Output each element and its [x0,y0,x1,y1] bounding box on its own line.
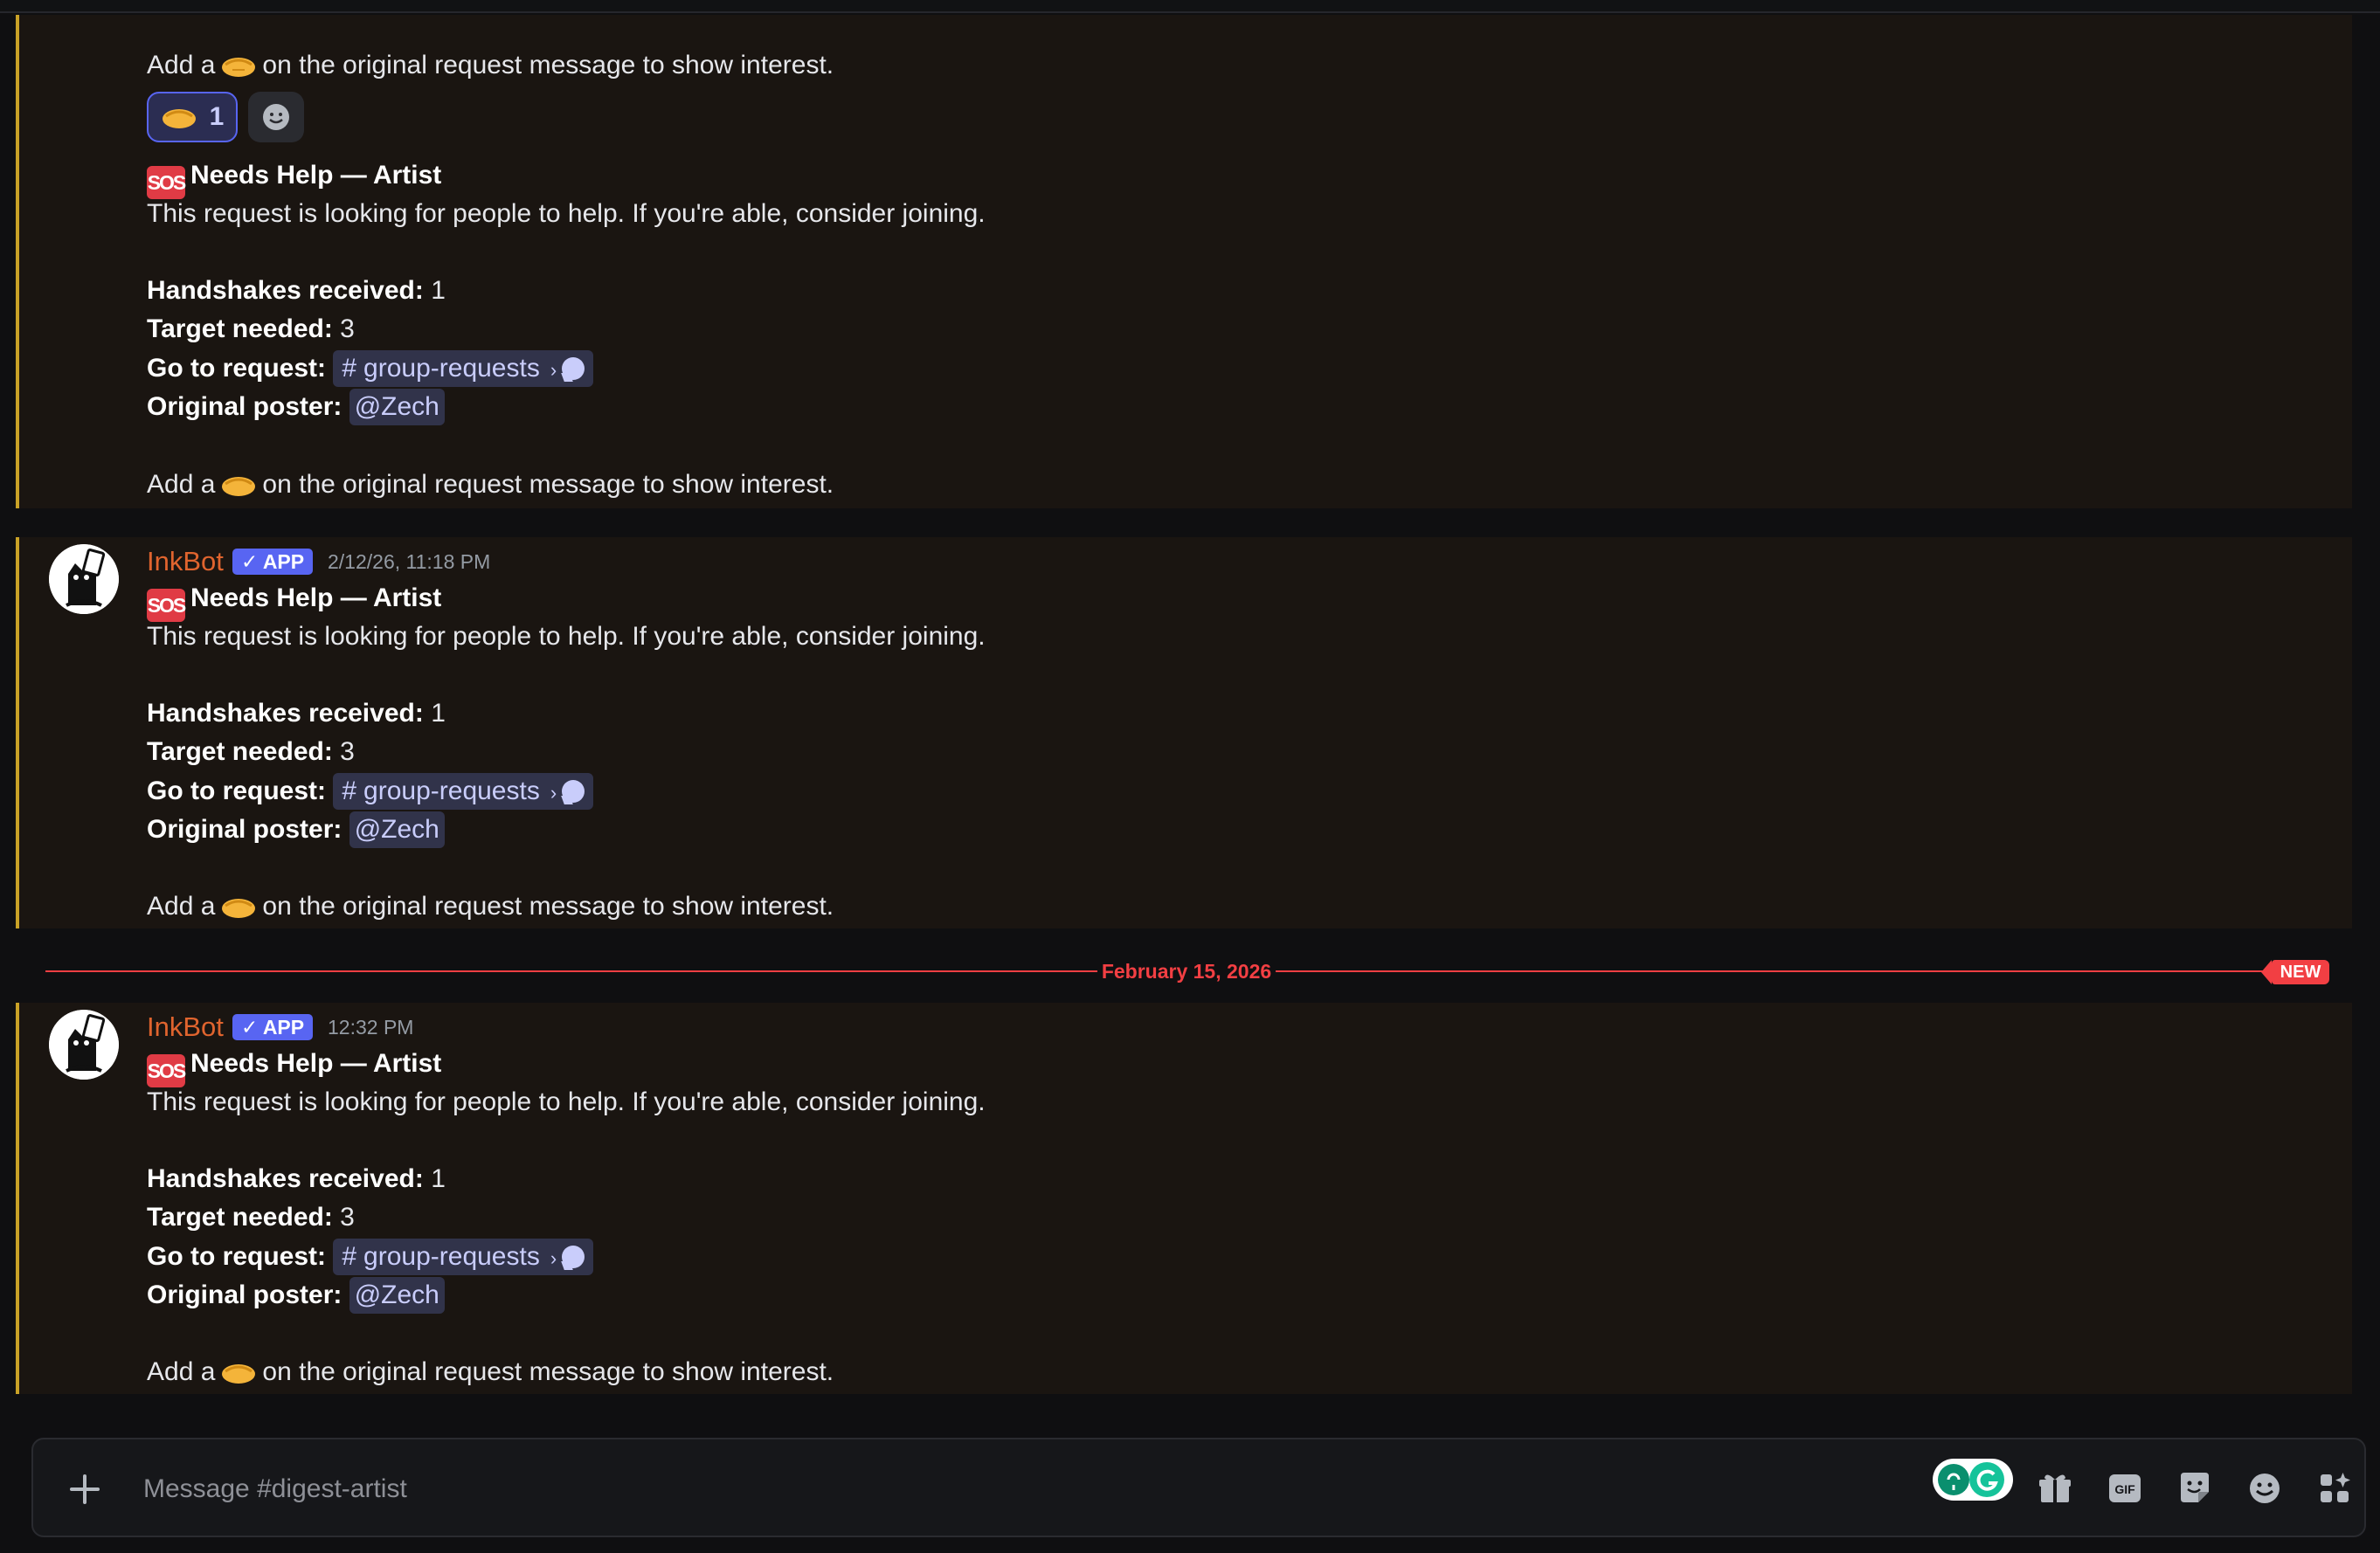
interest-line: Add a on the original request message to … [147,470,834,499]
channel-link[interactable]: # group-requests › [333,350,594,387]
target-row: Target needed: 3 [147,737,355,766]
message-2: InkBot ✓ APP 2/12/26, 11:18 PM SOS Needs … [16,537,2352,928]
thread-bubble-icon [562,1246,585,1268]
sticker-icon[interactable] [2174,1467,2216,1509]
user-mention[interactable]: @Zech [349,1277,445,1314]
handshake-icon [222,477,256,496]
thread-bubble-icon [562,780,585,803]
author-name[interactable]: InkBot [147,544,224,579]
handshakes-row: Handshakes received: 1 [147,276,446,305]
goto-row: Go to request: # group-requests › [147,350,594,387]
sos-icon: SOS [147,589,186,622]
chevron-right-icon: › [550,1247,557,1269]
channel-link[interactable]: # group-requests › [333,1239,594,1275]
interest-line: Add a on the original request message to … [147,51,834,79]
thread-bubble-icon [562,357,585,380]
goto-row: Go to request: # group-requests › [147,1239,594,1275]
interest-line: Add a on the original request message to … [147,1357,834,1386]
user-mention[interactable]: @Zech [349,811,445,848]
top-divider [0,0,2380,13]
handshake-reaction-button[interactable]: 1 [147,92,238,142]
apps-icon[interactable] [2314,1467,2356,1509]
smile-icon [263,104,289,130]
add-reaction-button[interactable] [248,92,304,142]
embed-title: SOS Needs Help — Artist [147,158,441,199]
message-composer: GIF [31,1438,2366,1537]
embed-description: This request is looking for people to he… [147,622,986,651]
message-input[interactable] [143,1466,1891,1513]
sos-icon: SOS [147,166,186,199]
goto-row: Go to request: # group-requests › [147,773,594,810]
cat-avatar-icon [49,1010,119,1080]
embed-title: SOS Needs Help — Artist [147,1046,441,1087]
avatar[interactable] [49,1010,119,1080]
plus-icon[interactable] [63,1467,107,1511]
message-timestamp[interactable]: 2/12/26, 11:18 PM [328,544,490,579]
gif-icon[interactable]: GIF [2104,1467,2146,1509]
message-3: InkBot ✓ APP 12:32 PM SOS Needs Help — Ar… [16,1003,2352,1394]
emoji-icon[interactable] [2244,1467,2286,1509]
chevron-right-icon: › [550,359,557,381]
embed-title: SOS Needs Help — Artist [147,581,441,622]
handshakes-row: Handshakes received: 1 [147,699,446,728]
interest-line: Add a on the original request message to … [147,892,834,921]
handshake-icon [222,899,256,918]
handshake-icon [222,1364,256,1384]
poster-row: Original poster: @Zech [147,389,445,425]
reaction-count: 1 [209,102,225,131]
message-embed-0: Add a on the original request message to … [16,15,2352,508]
app-badge: ✓ APP [232,1014,314,1040]
divider-date: February 15, 2026 [1097,957,1276,985]
gift-icon[interactable] [2034,1467,2076,1509]
embed-description: This request is looking for people to he… [147,199,986,228]
handshakes-row: Handshakes received: 1 [147,1164,446,1193]
avatar[interactable] [49,544,119,614]
chevron-right-icon: › [550,782,557,804]
handshake-icon [222,58,256,77]
app-badge: ✓ APP [232,549,314,575]
target-row: Target needed: 3 [147,1203,355,1232]
grammarly-icon[interactable] [1933,1459,2013,1501]
user-mention[interactable]: @Zech [349,389,445,425]
sos-icon: SOS [147,1054,186,1087]
target-row: Target needed: 3 [147,314,355,343]
channel-link[interactable]: # group-requests › [333,773,594,810]
poster-row: Original poster: @Zech [147,811,445,848]
handshake-icon [162,109,196,128]
embed-description: This request is looking for people to he… [147,1087,986,1116]
cat-avatar-icon [49,544,119,614]
new-badge: NEW [2261,960,2329,984]
svg-text:GIF: GIF [2114,1482,2135,1496]
message-timestamp[interactable]: 12:32 PM [328,1010,413,1045]
author-name[interactable]: InkBot [147,1010,224,1045]
poster-row: Original poster: @Zech [147,1277,445,1314]
